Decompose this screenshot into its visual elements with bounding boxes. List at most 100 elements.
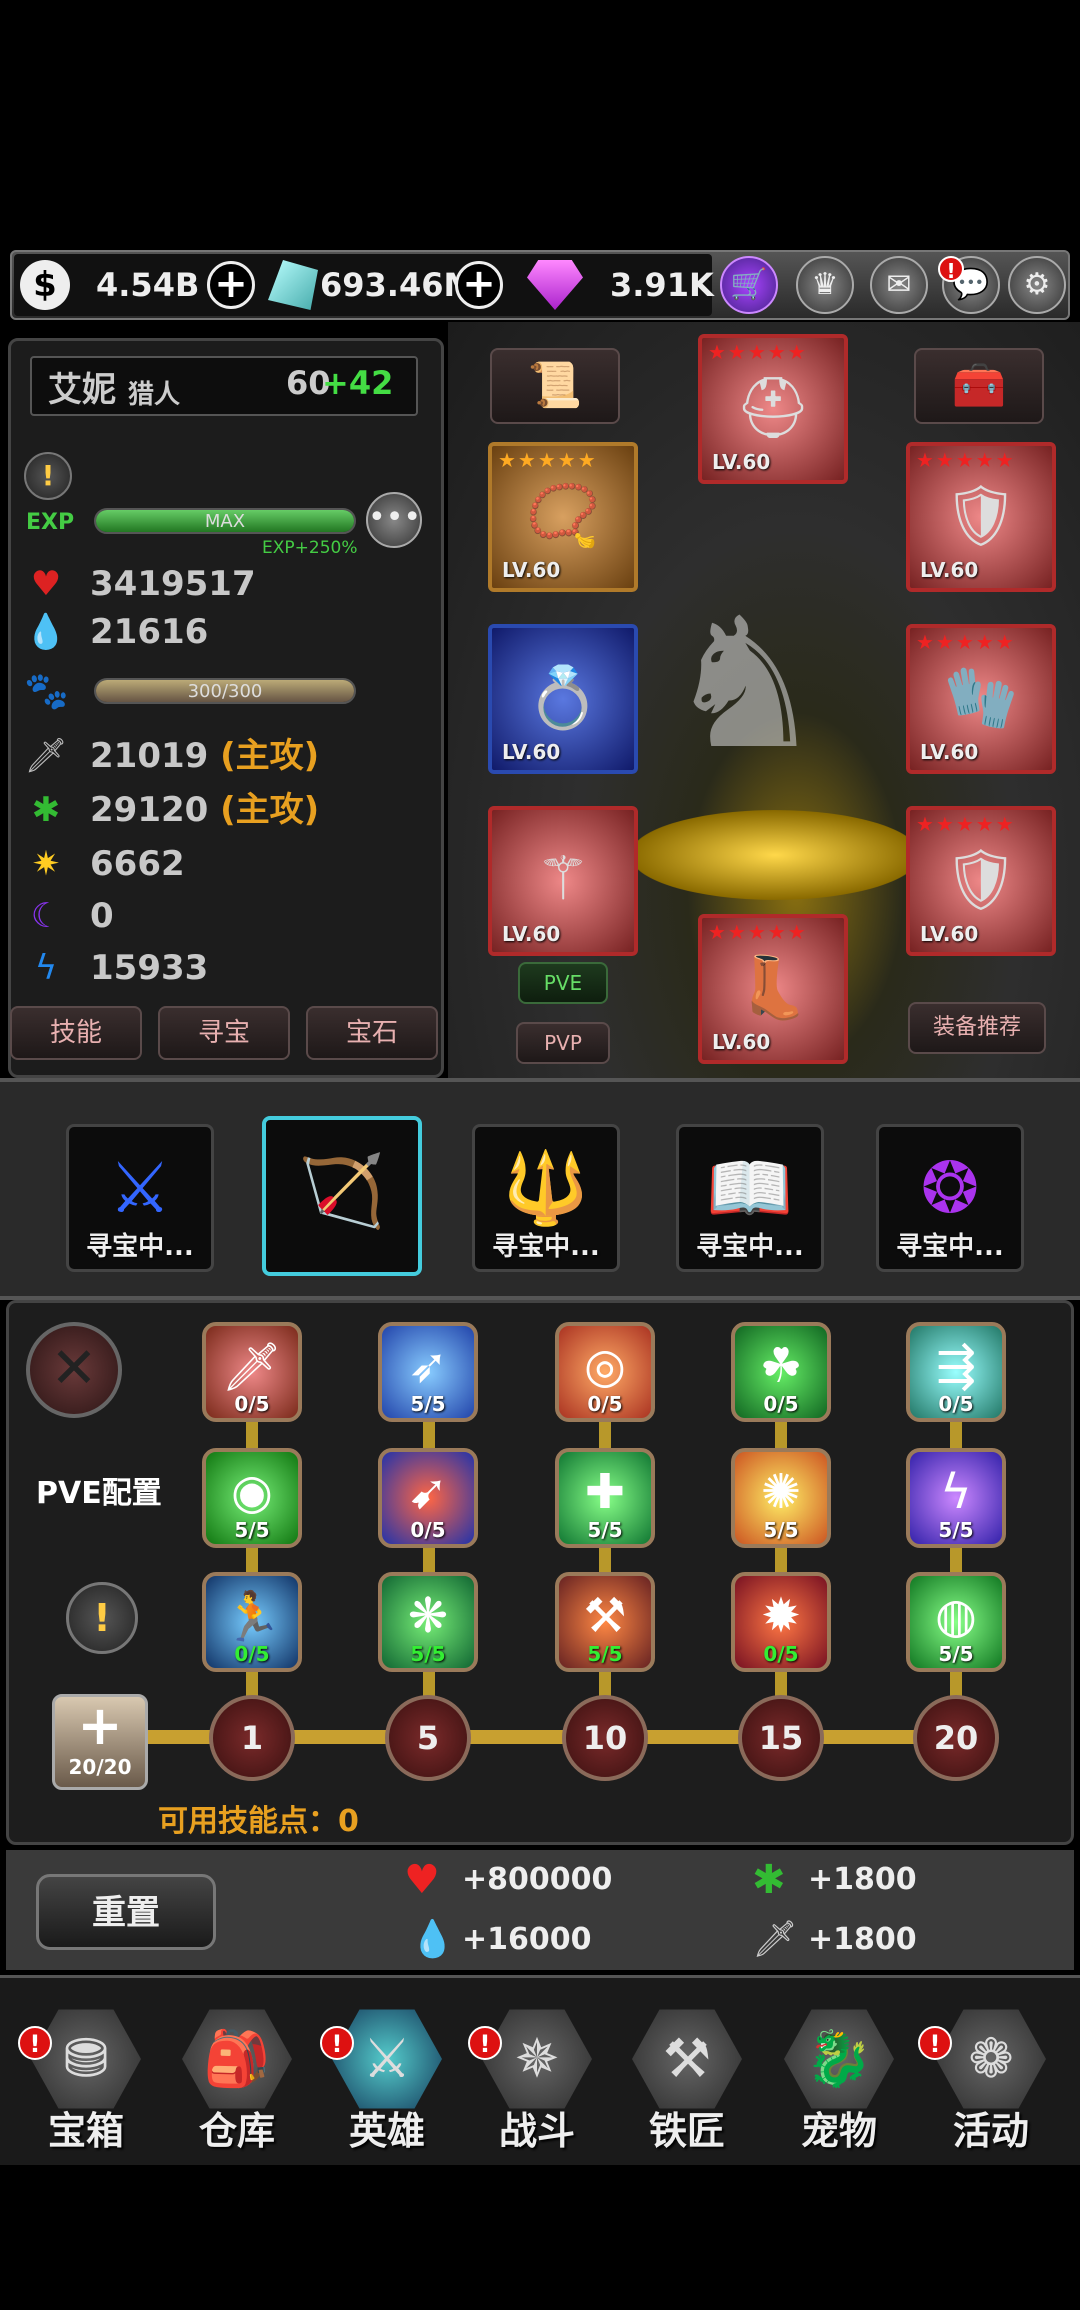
equip-level: LV.60 [502,922,561,946]
star-rating: ★★★★★ [708,920,808,944]
equip-weapon[interactable]: ⚚ LV.60 [488,806,638,956]
equip-recommend-button[interactable]: 装备推荐 [908,1002,1046,1054]
equip-helmet[interactable]: ★★★★★ ⛑ LV.60 [698,334,848,484]
settings-gear-button[interactable]: ⚙ [1008,256,1066,314]
skill-r3-c1[interactable]: 🏃 0/5 [202,1572,302,1672]
tab-gems[interactable]: 宝石 [306,1006,438,1060]
treasure-slot-1[interactable]: ⚔ 寻宝中... [66,1124,214,1272]
stat-dark: 0 [90,896,114,936]
skill-points: 0/5 [234,1392,270,1416]
tab-skills[interactable]: 技能 [10,1006,142,1060]
treasure-slot-2-selected[interactable]: 🏹 [262,1116,422,1276]
nav-pet[interactable]: 🐉 宠物 [774,1990,904,2165]
skill-r2-c4[interactable]: ✺ 5/5 [731,1448,831,1548]
equip-shield[interactable]: ★★★★★ 🛡 LV.60 [906,806,1056,956]
treasure-chest-button[interactable]: 🧰 [914,348,1044,424]
shield-icon: 🛡 [942,845,1020,915]
star-rating: ★★★★★ [916,630,1016,654]
nav-label: 英雄 [348,2109,425,2153]
skill-r3-c2[interactable]: ❋ 5/5 [378,1572,478,1672]
nav-blacksmith[interactable]: ⚒ 铁匠 [622,1990,752,2165]
skill-r3-c5[interactable]: ◍ 5/5 [906,1572,1006,1672]
equip-gloves[interactable]: ★★★★★ 🧤 LV.60 [906,624,1056,774]
skill-r2-c5[interactable]: ϟ 5/5 [906,1448,1006,1548]
scroll-button[interactable]: 📜 [490,348,620,424]
nav-battle[interactable]: ✵ 战斗 [472,1990,602,2165]
treasure-slot-4[interactable]: 📖 寻宝中... [676,1124,824,1272]
treasure-slot-5[interactable]: ❂ 寻宝中... [876,1124,1024,1272]
stat-row-atk2: ✱ 29120 (主攻) [24,788,424,832]
star-rating: ★★★★★ [708,340,808,364]
nav-label: 铁匠 [648,2109,725,2153]
hero-class: 猎人 [128,380,181,410]
pve-button[interactable]: PVE [518,962,608,1004]
trophy-button[interactable]: ♛ [796,256,854,314]
treasure-slot-3[interactable]: 🔱 寻宝中... [472,1124,620,1272]
skill-points-box[interactable]: + 20/20 [52,1694,148,1790]
orb-emblem-icon: ❂ [920,1147,980,1229]
ring-icon: 💍 [525,663,601,733]
slot-caption: 寻宝中... [86,1232,194,1262]
skill-r2-c3[interactable]: ✚ 5/5 [555,1448,655,1548]
equip-boots[interactable]: ★★★★★ 👢 LV.60 [698,914,848,1064]
tab-treasure[interactable]: 寻宝 [158,1006,290,1060]
skill-r3-c3[interactable]: ⚒ 5/5 [555,1572,655,1672]
equip-necklace[interactable]: ★★★★★ 📿 LV.60 [488,442,638,592]
golden-pedestal [630,810,920,900]
close-icon[interactable]: ✕ [26,1322,122,1418]
hero-info-button[interactable]: ! [24,452,72,500]
nav-label: 活动 [952,2109,1029,2153]
reset-button[interactable]: 重置 [36,1874,216,1950]
skill-r3-c4[interactable]: ✹ 0/5 [731,1572,831,1672]
pet-bar-text: 300/300 [187,681,263,702]
chest-icon: ⛃ [63,2027,109,2090]
skill-r2-c1[interactable]: ◉ 5/5 [202,1448,302,1548]
gem-amount: 3.91K [610,266,714,304]
skill-config-label: PVE配置 [36,1476,162,1511]
skill-r1-c5[interactable]: ⇶ 0/5 [906,1322,1006,1422]
skill-points: 5/5 [938,1518,974,1542]
stat-row-speed: ϟ 15933 [24,946,424,990]
blade-icon: 🗡 [221,1339,283,1395]
bag-icon: 🎒 [203,2027,271,2090]
skill-r2-c2[interactable]: ➹ 0/5 [378,1448,478,1548]
nav-hero-active[interactable]: ⚔ 英雄 [322,1990,452,2165]
nav-warehouse[interactable]: 🎒 仓库 [172,1990,302,2165]
staff-icon: ⚚ [536,844,590,914]
stat-row-atk: 🗡 21019 (主攻) [24,734,424,778]
skill-r1-c3[interactable]: ◎ 0/5 [555,1322,655,1422]
battle-icon: ✵ [514,2027,560,2090]
equip-ring[interactable]: 💍 LV.60 [488,624,638,774]
add-crystal-button[interactable]: + [455,261,503,309]
nav-chest[interactable]: ⛃ 宝箱 [21,1990,151,2165]
moon-icon: ☾ [30,896,62,936]
level-node-10: 10 [562,1695,648,1781]
stat-row-dark: ☾ 0 [24,894,424,938]
stat-atk: 21019 (主攻) [90,734,319,778]
more-options-button[interactable]: ••• [366,492,422,548]
gold-amount: 4.54B [96,266,200,304]
multi-arrow-icon: ⇶ [935,1338,977,1394]
add-gold-button[interactable]: + [207,261,255,309]
fire-arrow-icon: ➹ [407,1464,449,1520]
skill-r1-c1[interactable]: 🗡 0/5 [202,1322,302,1422]
lightning-skill-icon: ϟ [940,1464,972,1520]
burst-icon: ✺ [760,1464,802,1520]
skill-info-button[interactable]: ! [66,1582,138,1654]
nav-event[interactable]: ❁ 活动 [926,1990,1056,2165]
shop-cart-button[interactable]: 🛒 [720,256,778,314]
stat-crit: 6662 [90,844,185,884]
flame-icon: ✹ [760,1588,802,1644]
heart-icon: ♥ [30,564,62,604]
skill-r1-c2[interactable]: ➶ 5/5 [378,1322,478,1422]
stat-atk2: 29120 (主攻) [90,788,319,832]
equip-armor[interactable]: ★★★★★ 🛡 LV.60 [906,442,1056,592]
skill-points: 5/5 [763,1518,799,1542]
pvp-button[interactable]: PVP [516,1022,610,1064]
skill-r1-c4[interactable]: ☘ 0/5 [731,1322,831,1422]
mail-button[interactable]: ✉ [870,256,928,314]
sun-icon: ✷ [31,844,61,884]
hero-character-figure[interactable]: ♞ [660,520,830,850]
exp-bar-text: MAX [204,511,246,532]
slot-caption: 寻宝中... [696,1232,804,1262]
